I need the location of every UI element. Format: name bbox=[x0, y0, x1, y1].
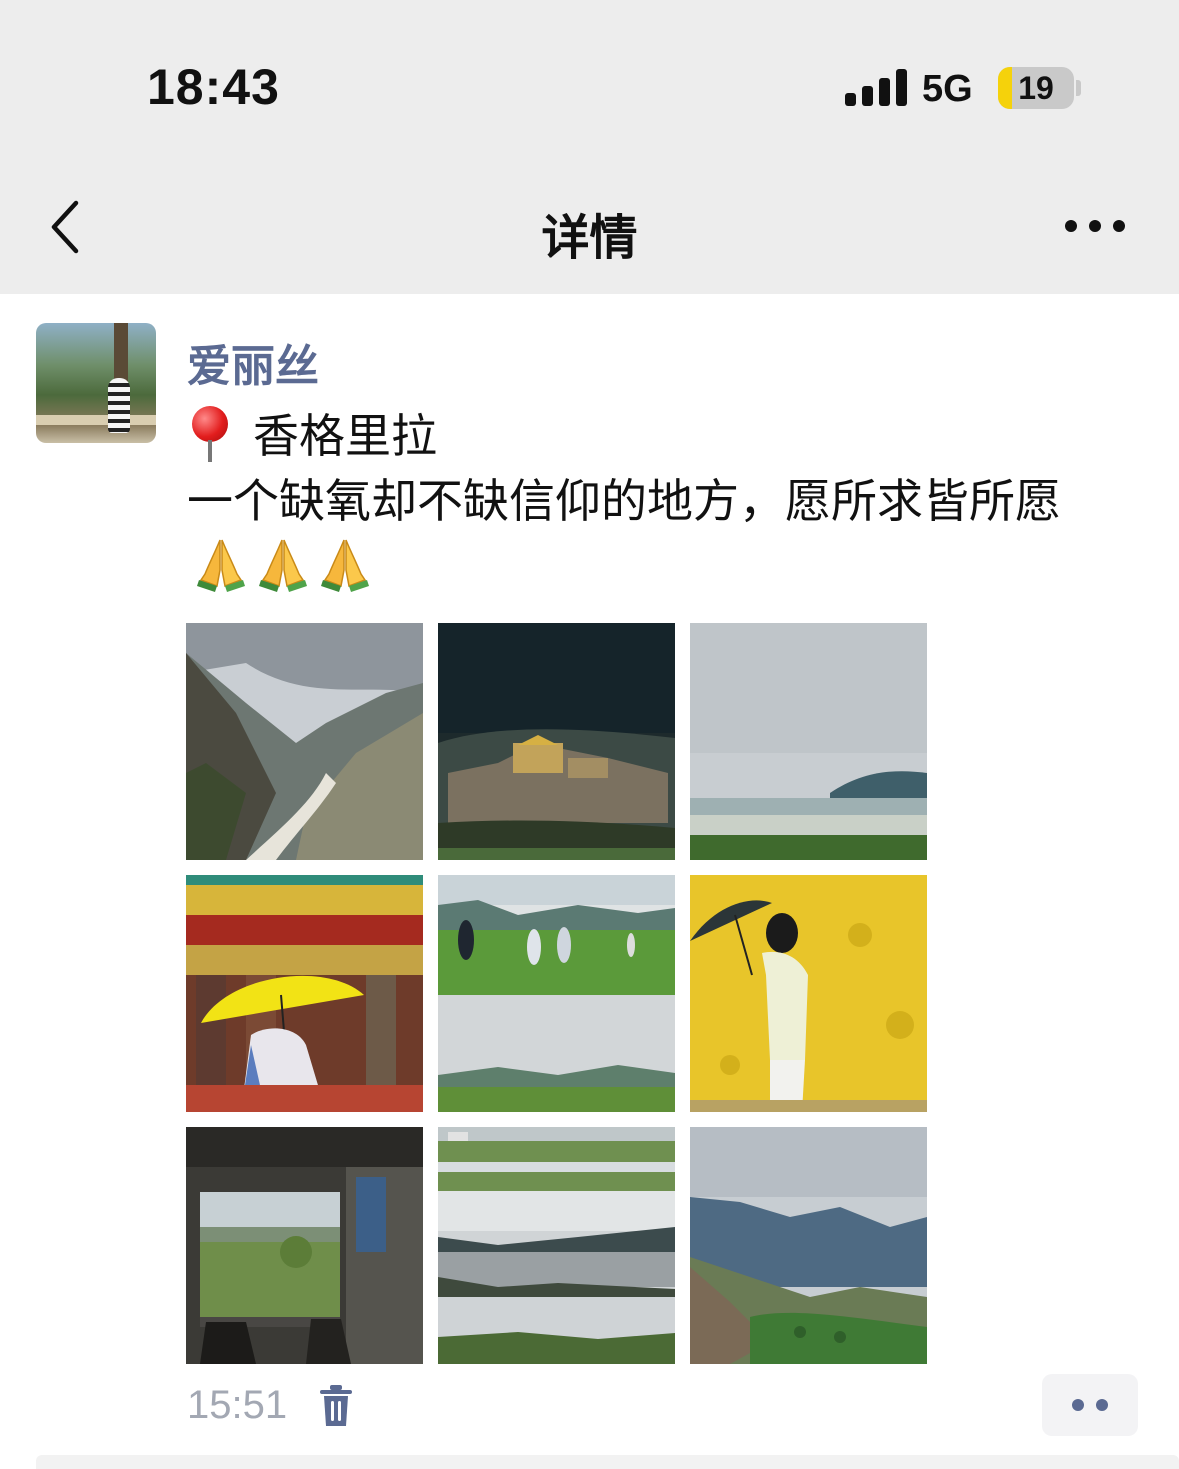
emoji-group bbox=[193, 536, 379, 592]
photo-monastery[interactable] bbox=[438, 623, 675, 860]
post-text: 一个缺氧却不缺信仰的地方，愿所求皆所愿 bbox=[187, 468, 1137, 602]
delete-button[interactable] bbox=[316, 1384, 356, 1428]
battery-icon: 19 bbox=[998, 67, 1074, 109]
network-type: 5G bbox=[922, 68, 973, 110]
folded-hands-icon bbox=[321, 539, 369, 592]
photo-canyon-river[interactable] bbox=[186, 623, 423, 860]
comment-dot bbox=[1096, 1399, 1108, 1411]
username[interactable]: 爱丽丝 bbox=[187, 330, 319, 394]
round-pushpin-icon bbox=[187, 404, 235, 462]
location-text: 香格里拉 bbox=[253, 409, 437, 463]
photo-village-lake-collage[interactable] bbox=[438, 1127, 675, 1364]
comment-dot bbox=[1072, 1399, 1084, 1411]
status-time: 18:43 bbox=[147, 59, 280, 115]
more-dot bbox=[1113, 220, 1125, 232]
photo-lake-grassland[interactable] bbox=[690, 623, 927, 860]
trash-icon bbox=[320, 1385, 352, 1426]
folded-hands-icon bbox=[259, 539, 307, 592]
folded-hands-icon bbox=[197, 539, 245, 592]
photo-yellow-wall-umbrella[interactable] bbox=[690, 875, 927, 1112]
battery-tip bbox=[1076, 80, 1081, 96]
location-line: 香格里拉 bbox=[187, 400, 437, 466]
photo-yellow-umbrella-prayer-wheels[interactable] bbox=[186, 875, 423, 1112]
battery-level: 19 bbox=[1018, 70, 1054, 106]
cellular-signal-icon bbox=[845, 68, 907, 106]
photo-grassland-people[interactable] bbox=[438, 875, 675, 1112]
post-time: 15:51 bbox=[187, 1383, 288, 1427]
comment-button[interactable] bbox=[1042, 1374, 1138, 1436]
header: 18:43 5G 19 详情 bbox=[0, 0, 1179, 294]
more-button[interactable] bbox=[1060, 206, 1130, 246]
comments-area bbox=[36, 1455, 1179, 1469]
post-text-content: 一个缺氧却不缺信仰的地方，愿所求皆所愿 bbox=[187, 474, 1061, 528]
page-title: 详情 bbox=[541, 210, 638, 266]
more-dot bbox=[1089, 220, 1101, 232]
photo-window-view[interactable] bbox=[186, 1127, 423, 1364]
photo-grid bbox=[186, 623, 927, 1364]
avatar[interactable] bbox=[36, 323, 156, 443]
photo-mountain-valley[interactable] bbox=[690, 1127, 927, 1364]
more-dot bbox=[1065, 220, 1077, 232]
